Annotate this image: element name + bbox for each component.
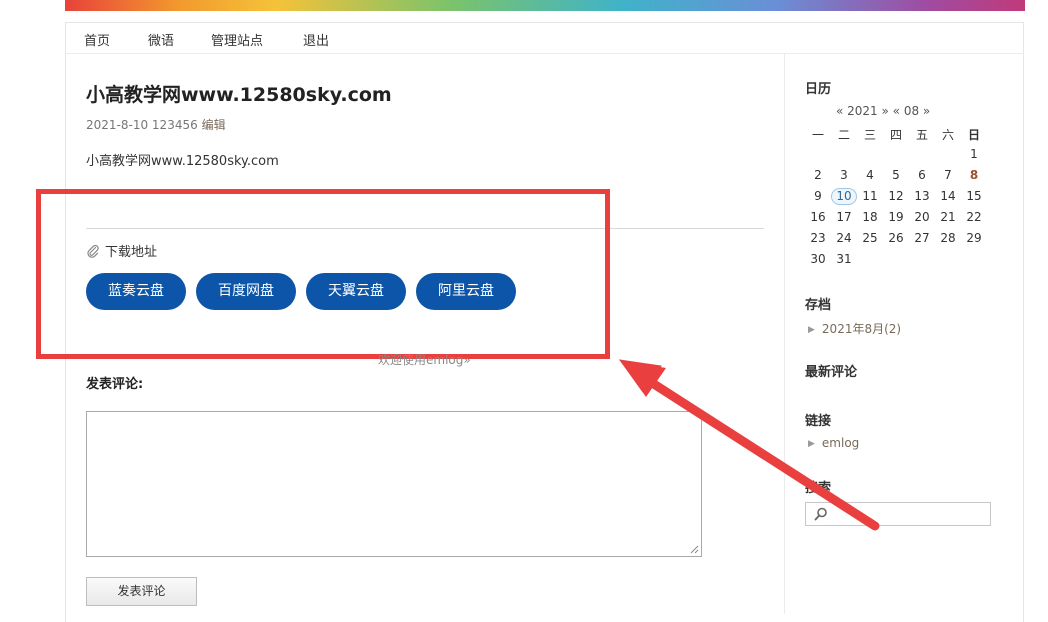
annotation-arrow bbox=[618, 359, 880, 531]
